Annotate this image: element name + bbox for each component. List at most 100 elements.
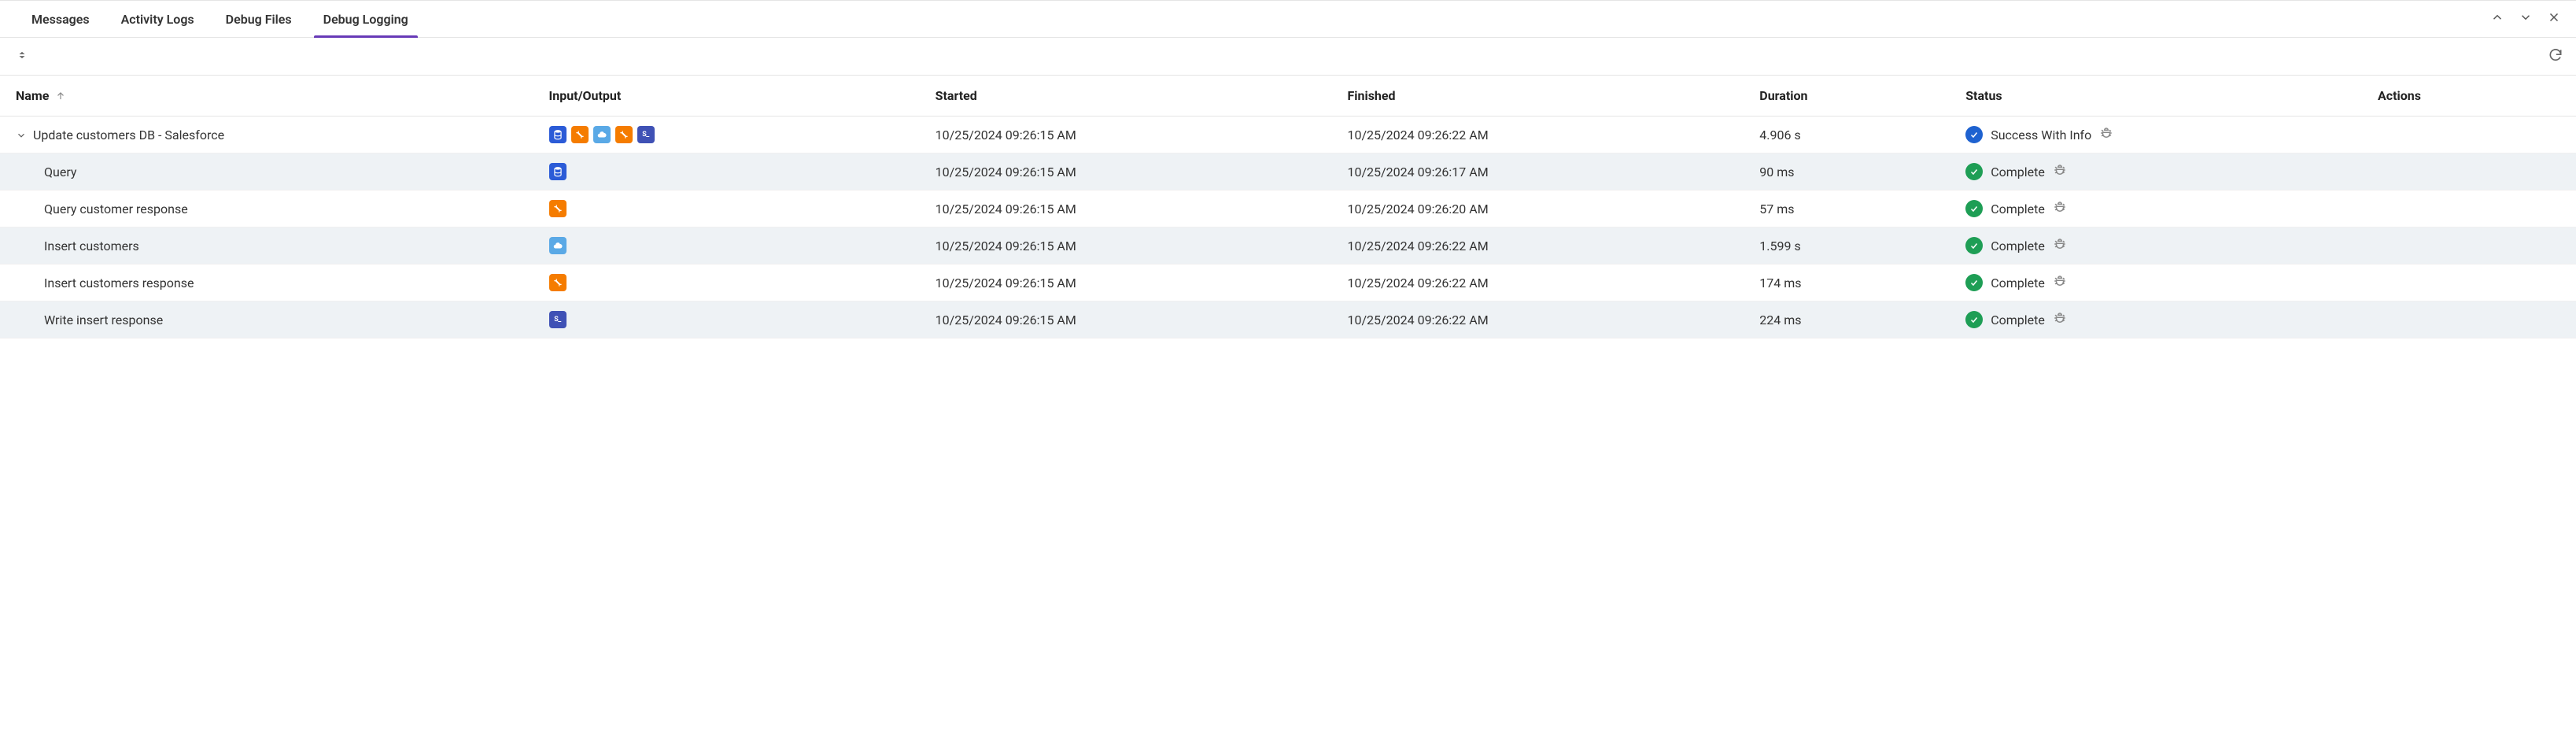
status-cell: Complete <box>1965 237 2362 254</box>
cell-duration: 4.906 s <box>1751 117 1958 154</box>
status-badge <box>1965 274 1983 291</box>
tab-label: Messages <box>31 12 90 27</box>
row-name: Query <box>44 165 76 179</box>
status-text: Complete <box>1991 202 2045 216</box>
transform-icon <box>549 274 566 291</box>
status-cell: Complete <box>1965 200 2362 217</box>
col-header-label: Duration <box>1759 88 1807 103</box>
bug-icon[interactable] <box>2053 163 2067 180</box>
table-row[interactable]: Insert customers10/25/2024 09:26:15 AM10… <box>0 228 2576 265</box>
chevron-up-icon <box>2490 10 2504 28</box>
table-row[interactable]: Query customer response 10/25/2024 09:26:… <box>0 191 2576 228</box>
cell-finished: 10/25/2024 09:26:22 AM <box>1339 302 1751 339</box>
tab-label: Debug Logging <box>323 12 408 27</box>
col-header-duration[interactable]: Duration <box>1751 76 1958 117</box>
cloud-icon <box>549 237 566 254</box>
bug-icon[interactable] <box>2053 311 2067 328</box>
refresh-icon <box>2548 47 2563 66</box>
panel-up-button[interactable] <box>2483 1 2511 37</box>
cell-duration: 57 ms <box>1751 191 1958 228</box>
io-icons: S_ <box>549 311 920 328</box>
tool-row <box>0 38 2576 76</box>
panel-close-button[interactable] <box>2540 1 2568 37</box>
row-name: Query customer response <box>44 202 188 216</box>
tab-debug-logging[interactable]: Debug Logging <box>308 1 424 37</box>
table-row[interactable]: Insert customers response 10/25/2024 09:2… <box>0 265 2576 302</box>
status-text: Complete <box>1991 276 2045 290</box>
collapse-icon <box>17 49 28 64</box>
cell-started: 10/25/2024 09:26:15 AM <box>928 191 1340 228</box>
cell-actions <box>2370 154 2576 191</box>
status-cell: Complete <box>1965 163 2362 180</box>
transform-icon <box>549 200 566 217</box>
status-badge <box>1965 200 1983 217</box>
script-icon: S_ <box>549 311 566 328</box>
status-text: Complete <box>1991 165 2045 179</box>
cell-started: 10/25/2024 09:26:15 AM <box>928 117 1340 154</box>
bug-icon[interactable] <box>2053 237 2067 254</box>
col-header-actions[interactable]: Actions <box>2370 76 2576 117</box>
database-icon <box>549 126 566 143</box>
cell-duration: 224 ms <box>1751 302 1958 339</box>
cell-actions <box>2370 228 2576 265</box>
col-header-label: Name <box>16 88 49 103</box>
table-header-row: Name Input/Output Started Finished Durat… <box>0 76 2576 117</box>
io-icons <box>549 163 920 180</box>
cell-finished: 10/25/2024 09:26:22 AM <box>1339 265 1751 302</box>
close-icon <box>2547 10 2561 28</box>
script-icon: S_ <box>637 126 655 143</box>
status-text: Success With Info <box>1991 128 2091 142</box>
cell-started: 10/25/2024 09:26:15 AM <box>928 265 1340 302</box>
table-row[interactable]: Update customers DB - Salesforce S_ 10/25/… <box>0 117 2576 154</box>
tab-label: Activity Logs <box>121 12 194 27</box>
cell-actions <box>2370 265 2576 302</box>
col-header-io[interactable]: Input/Output <box>541 76 928 117</box>
col-header-started[interactable]: Started <box>928 76 1340 117</box>
bug-icon[interactable] <box>2053 274 2067 291</box>
col-header-name[interactable]: Name <box>0 76 541 117</box>
chevron-down-icon[interactable] <box>16 129 27 140</box>
status-cell: Complete <box>1965 311 2362 328</box>
col-header-label: Finished <box>1347 88 1395 103</box>
status-cell: Success With Info <box>1965 126 2362 143</box>
io-icons <box>549 274 920 291</box>
row-name: Insert customers response <box>44 276 194 290</box>
tab-debug-files[interactable]: Debug Files <box>210 1 308 37</box>
io-icons <box>549 200 920 217</box>
cell-finished: 10/25/2024 09:26:17 AM <box>1339 154 1751 191</box>
cell-actions <box>2370 117 2576 154</box>
database-icon <box>549 163 566 180</box>
tabs-bar: Messages Activity Logs Debug Files Debug… <box>0 0 2576 38</box>
collapse-all-button[interactable] <box>13 47 31 66</box>
table-row[interactable]: Query 10/25/2024 09:26:15 AM10/25/2024 09… <box>0 154 2576 191</box>
table-row[interactable]: Write insert response S_ 10/25/2024 09:26:… <box>0 302 2576 339</box>
tab-messages[interactable]: Messages <box>16 1 105 37</box>
col-header-finished[interactable]: Finished <box>1339 76 1751 117</box>
io-icons: S_ <box>549 126 920 143</box>
col-header-label: Input/Output <box>549 88 622 103</box>
tabs: Messages Activity Logs Debug Files Debug… <box>0 1 424 37</box>
col-header-label: Actions <box>2378 88 2421 103</box>
transform-icon <box>571 126 589 143</box>
col-header-label: Started <box>936 88 977 103</box>
panel-down-button[interactable] <box>2511 1 2540 37</box>
status-badge <box>1965 163 1983 180</box>
cloud-icon <box>593 126 611 143</box>
col-header-status[interactable]: Status <box>1958 76 2370 117</box>
row-name: Update customers DB - Salesforce <box>33 128 224 142</box>
cell-duration: 174 ms <box>1751 265 1958 302</box>
cell-started: 10/25/2024 09:26:15 AM <box>928 154 1340 191</box>
status-badge <box>1965 311 1983 328</box>
status-cell: Complete <box>1965 274 2362 291</box>
cell-duration: 1.599 s <box>1751 228 1958 265</box>
row-name: Insert customers <box>44 239 139 253</box>
io-icons <box>549 237 920 254</box>
bug-icon[interactable] <box>2099 126 2113 143</box>
cell-finished: 10/25/2024 09:26:20 AM <box>1339 191 1751 228</box>
refresh-button[interactable] <box>2545 46 2567 68</box>
row-name: Write insert response <box>44 313 163 327</box>
col-header-label: Status <box>1965 88 2002 103</box>
tab-activity-logs[interactable]: Activity Logs <box>105 1 210 37</box>
cell-duration: 90 ms <box>1751 154 1958 191</box>
bug-icon[interactable] <box>2053 200 2067 217</box>
